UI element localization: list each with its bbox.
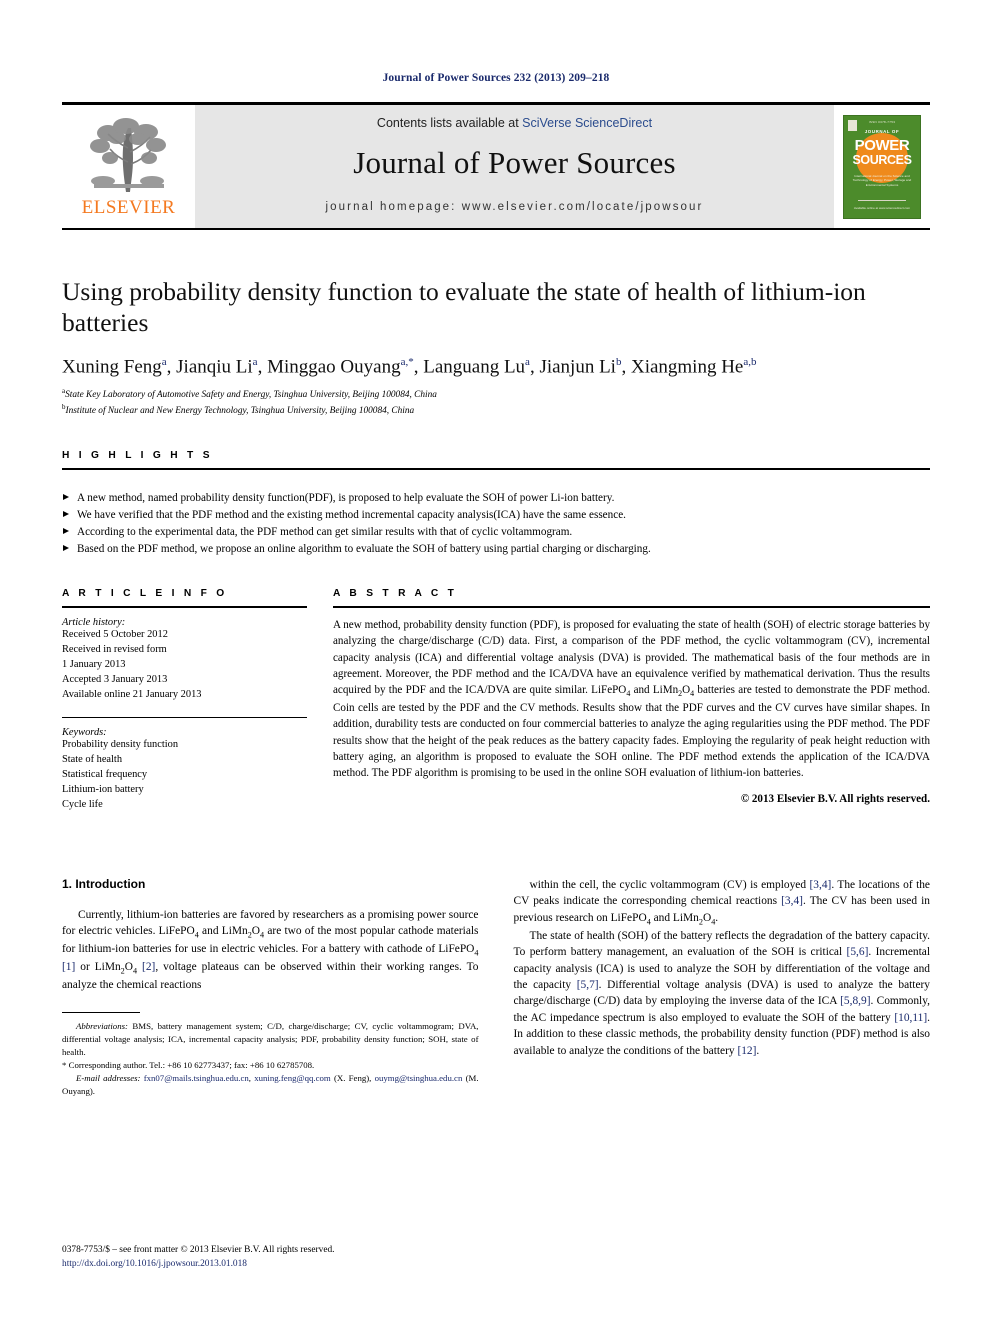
author-affil-marker: b [615, 356, 622, 369]
keyword-item: State of health [62, 753, 123, 765]
history-item: Received in revised form [62, 643, 167, 655]
highlight-item: A new method, named probability density … [62, 490, 930, 507]
page-title: Using probability density function to ev… [62, 277, 866, 338]
history-item: Accepted 3 January 2013 [62, 673, 168, 685]
cover-subtitle: International Journal on the Science and… [852, 173, 912, 187]
info-abstract-row: A R T I C L E I N F O Article history: R… [62, 588, 930, 813]
author-affil-marker: a [525, 356, 530, 369]
highlight-item: We have verified that the PDF method and… [62, 507, 930, 524]
cover-divider [858, 199, 906, 201]
email-link[interactable]: fxn07@mails.tsinghua.edu.cn [144, 1073, 249, 1083]
highlight-text: According to the experimental data, the … [77, 525, 573, 538]
abbreviations-label: Abbreviations: [76, 1020, 128, 1031]
introduction-heading: 1. Introduction [62, 876, 146, 891]
intro-paragraph-right-1: within the cell, the cyclic voltammogram… [513, 878, 931, 926]
journal-masthead: ELSEVIER Contents lists available at Sci… [62, 102, 930, 230]
author-name: Xiangming He [630, 356, 744, 378]
cover-sources-word: SOURCES [852, 152, 912, 167]
history-item: 1 January 2013 [62, 658, 126, 670]
doi-link[interactable]: http://dx.doi.org/10.1016/j.jpowsour.201… [62, 1257, 492, 1271]
contents-prefix: Contents lists available at [376, 116, 523, 130]
journal-cover-block: ISSN 0378-7753 JOURNAL OF POWER SOURCES … [834, 105, 930, 228]
highlight-text: A new method, named probability density … [77, 491, 615, 504]
corresponding-author-note: * Corresponding author. Tel.: +86 10 627… [62, 1059, 315, 1070]
keywords-block: Keywords: Probability density function S… [62, 716, 307, 813]
sciencedirect-link[interactable]: SciVerse ScienceDirect [522, 116, 652, 130]
article-history-label: Article history: [62, 616, 126, 628]
paper-page: Journal of Power Sources 232 (2013) 209–… [0, 0, 992, 1323]
highlight-text: We have verified that the PDF method and… [77, 508, 626, 521]
article-info-heading: A R T I C L E I N F O [62, 587, 228, 599]
triangle-bullet-icon [63, 493, 69, 500]
keyword-item: Lithium-ion battery [62, 783, 144, 795]
highlights-divider [62, 467, 930, 481]
triangle-bullet-icon [63, 544, 69, 551]
affiliation-text: State Key Laboratory of Automotive Safet… [65, 390, 437, 401]
author-list: Xuning Fenga, Jianqiu Lia, Minggao Ouyan… [62, 356, 757, 378]
intro-paragraph-right-2: The state of health (SOH) of the battery… [513, 929, 931, 1057]
author-affil-marker: a,b [743, 356, 757, 369]
email-link[interactable]: xuning.feng@qq.com [254, 1073, 331, 1083]
cover-bottom-label: Available online at www.sciencedirect.co… [853, 205, 911, 210]
body-column-right: within the cell, the cyclic voltammogram… [514, 877, 931, 1098]
author-name: Jianqiu Li [176, 356, 253, 378]
elsevier-tree-icon [89, 118, 166, 192]
abstract-copyright: © 2013 Elsevier B.V. All rights reserved… [740, 792, 930, 805]
keyword-item: Statistical frequency [62, 768, 148, 780]
abstract-section: A B S T R A C T A new method, probabilit… [333, 588, 930, 813]
issn-doi-block: 0378-7753/$ – see front matter © 2013 El… [62, 1243, 492, 1271]
body-column-left: 1. Introduction Currently, lithium-ion b… [62, 877, 479, 1098]
abstract-heading: A B S T R A C T [333, 587, 458, 599]
author-name: Xuning Feng [62, 356, 162, 378]
elsevier-logo: ELSEVIER [62, 105, 195, 228]
author-name: Languang Lu [423, 356, 526, 378]
email-owner: (X. Feng) [333, 1072, 370, 1083]
affiliation-item: aState Key Laboratory of Automotive Safe… [62, 387, 930, 402]
masthead-center: Contents lists available at SciVerse Sci… [195, 105, 834, 228]
keywords-label: Keywords: [62, 726, 107, 738]
author-affil-marker: a,* [400, 356, 414, 369]
journal-cover-thumbnail: ISSN 0378-7753 JOURNAL OF POWER SOURCES … [843, 114, 921, 219]
highlight-text: Based on the PDF method, we propose an o… [77, 542, 651, 555]
introduction-section: 1. Introduction Currently, lithium-ion b… [62, 877, 930, 1098]
author-name: Minggao Ouyang [267, 356, 401, 378]
highlights-section: H I G H L I G H T S A new method, named … [62, 450, 930, 558]
author-affil-marker: a [161, 356, 167, 369]
journal-homepage[interactable]: journal homepage: www.elsevier.com/locat… [326, 201, 704, 213]
issn-line: 0378-7753/$ – see front matter © 2013 El… [62, 1244, 335, 1255]
history-item: Received 5 October 2012 [62, 628, 168, 640]
email-label: E-mail addresses: [76, 1072, 141, 1083]
keyword-item: Probability density function [62, 738, 179, 750]
footnote-rule [62, 1011, 140, 1013]
cover-power-word: POWER [854, 136, 910, 154]
email-note: E-mail addresses: fxn07@mails.tsinghua.e… [62, 1072, 479, 1096]
history-item: Available online 21 January 2013 [62, 688, 202, 700]
elsevier-wordmark: ELSEVIER [81, 197, 176, 218]
highlight-item: According to the experimental data, the … [62, 524, 930, 541]
running-head: Journal of Power Sources 232 (2013) 209–… [382, 72, 610, 84]
journal-title: Journal of Power Sources [353, 145, 676, 180]
affiliation-text: Institute of Nuclear and New Energy Tech… [65, 405, 415, 416]
abbreviations-note: Abbreviations: BMS, battery management s… [62, 1020, 479, 1059]
cover-journal-of: JOURNAL OF [864, 128, 900, 134]
article-info-section: A R T I C L E I N F O Article history: R… [62, 588, 307, 813]
contents-available-line: Contents lists available at SciVerse Sci… [377, 116, 652, 130]
highlight-item: Based on the PDF method, we propose an o… [62, 541, 930, 558]
author-affil-marker: a [252, 356, 258, 369]
abstract-text: A new method, probability density functi… [333, 618, 930, 780]
intro-paragraph-left: Currently, lithium-ion batteries are fav… [62, 908, 479, 992]
affiliation-item: bInstitute of Nuclear and New Energy Tec… [62, 403, 930, 418]
keyword-item: Cycle life [62, 798, 103, 810]
highlights-heading: H I G H L I G H T S [62, 449, 213, 461]
author-name: Jianjun Li [539, 356, 616, 378]
abstract-body: A new method, probability density functi… [333, 608, 930, 805]
article-history-block: Article history: Received 5 October 2012… [62, 608, 307, 703]
triangle-bullet-icon [63, 510, 69, 517]
email-link[interactable]: ouymg@tsinghua.edu.cn [375, 1073, 463, 1083]
affiliation-list: aState Key Laboratory of Automotive Safe… [62, 387, 930, 418]
highlights-list: A new method, named probability density … [62, 481, 930, 558]
footnote-block: Abbreviations: BMS, battery management s… [62, 1020, 479, 1098]
triangle-bullet-icon [63, 527, 69, 534]
